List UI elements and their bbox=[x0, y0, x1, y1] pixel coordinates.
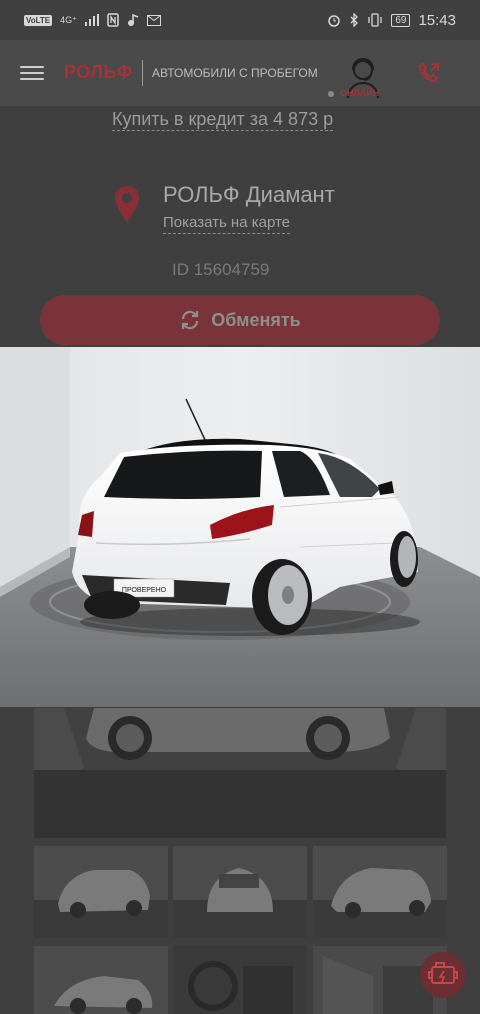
thumbnail-image bbox=[34, 946, 168, 1014]
plate-text: ПРОВЕРЕНО bbox=[122, 587, 167, 594]
car-rear-image: ПРОВЕРЕНО bbox=[0, 347, 480, 707]
dealer-name: РОЛЬФ Диамант bbox=[163, 182, 335, 207]
signal-icon bbox=[84, 14, 99, 26]
brand-logo[interactable]: РОЛЬФ bbox=[64, 62, 133, 83]
thumbnail-image bbox=[313, 846, 447, 938]
volte-indicator: VoLTE bbox=[24, 14, 53, 26]
exchange-label: Обменять bbox=[211, 309, 301, 330]
car-side-image bbox=[34, 708, 446, 838]
nfc-icon bbox=[107, 13, 119, 27]
online-status: ОНЛАЙН bbox=[328, 88, 379, 98]
exchange-button[interactable]: Обменять bbox=[40, 295, 440, 345]
car-photo-main[interactable]: ПРОВЕРЕНО bbox=[0, 347, 480, 707]
car-photo-side[interactable] bbox=[34, 708, 446, 838]
music-icon bbox=[127, 13, 139, 26]
thumbnail-image bbox=[173, 946, 307, 1014]
location-pin-icon bbox=[115, 186, 139, 222]
status-right: 69 15:43 bbox=[327, 12, 456, 29]
thumbnail-3[interactable] bbox=[313, 846, 447, 938]
mail-icon bbox=[146, 14, 161, 26]
menu-icon[interactable] bbox=[20, 66, 44, 80]
show-on-map-link[interactable]: Показать на карте bbox=[163, 213, 291, 234]
vibrate-icon bbox=[368, 13, 382, 27]
brand-subtitle: АВТОМОБИЛИ С ПРОБЕГОМ bbox=[152, 66, 318, 80]
thumbnail-1[interactable] bbox=[34, 846, 168, 938]
thumbnail-5[interactable] bbox=[173, 946, 307, 1014]
exchange-icon bbox=[182, 310, 199, 330]
thumbnail-image bbox=[173, 846, 307, 938]
credit-link[interactable]: Купить в кредит за 4 873 р bbox=[112, 108, 334, 131]
logo-divider bbox=[142, 60, 143, 86]
clock: 15:43 bbox=[418, 11, 456, 29]
thumbnail-image bbox=[34, 846, 168, 938]
network-type: 4G⁺ bbox=[60, 14, 77, 25]
screen: VoLTE 4G⁺ 69 15:43 РОЛЬФ АВТОМОБИЛИ С ПР… bbox=[0, 0, 480, 1014]
fab-engine-icon bbox=[428, 962, 458, 984]
bluetooth-icon bbox=[350, 13, 359, 27]
phone-icon[interactable] bbox=[418, 62, 440, 84]
battery-level: 69 bbox=[391, 13, 411, 27]
status-bar: VoLTE 4G⁺ 69 15:43 bbox=[0, 0, 480, 40]
floating-action-button[interactable] bbox=[420, 952, 466, 998]
status-left: VoLTE 4G⁺ bbox=[24, 13, 161, 27]
thumbnail-4[interactable] bbox=[34, 946, 168, 1014]
thumbnail-2[interactable] bbox=[173, 846, 307, 938]
app-header: РОЛЬФ АВТОМОБИЛИ С ПРОБЕГОМ bbox=[0, 40, 480, 106]
alarm-icon bbox=[328, 15, 341, 27]
car-id: ID 15604759 bbox=[172, 260, 270, 279]
